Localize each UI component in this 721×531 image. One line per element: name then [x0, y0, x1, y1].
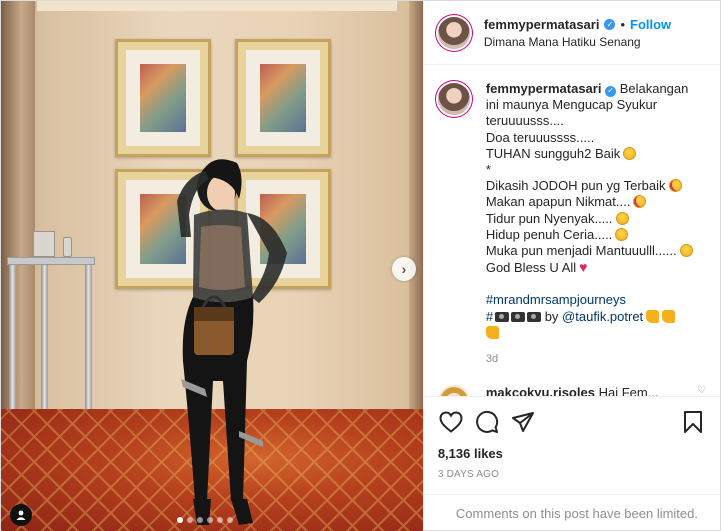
camera-icon [495, 311, 510, 322]
comment-text: Hai Fem... [598, 385, 659, 396]
caption-avatar[interactable] [437, 83, 470, 115]
caption-line: Muka pun menjadi Mantuuulll...... [485, 243, 677, 259]
post-sidebar: femmypermatasari ✓ • Follow Dimana Mana … [422, 1, 720, 531]
caption-line: Makan apapun Nikmat.... [485, 194, 631, 210]
caption-line: * [485, 162, 491, 178]
caption-line: Belakangan [619, 81, 689, 96]
chevron-right-icon: › [401, 261, 407, 277]
carousel-dot [187, 517, 193, 523]
location-link[interactable]: Dimana Mana Hatiku Senang [484, 35, 671, 49]
caption-username[interactable]: femmypermatasari [486, 81, 602, 96]
comments-section: femmypermatasari ✓ Belakangan ini maunya… [424, 65, 720, 396]
comment-button[interactable] [474, 409, 500, 435]
hashtag-link[interactable]: # [486, 309, 493, 324]
avatar[interactable] [437, 16, 470, 49]
camera-icon [527, 311, 542, 322]
tongue-face-icon [615, 227, 629, 241]
author-username[interactable]: femmypermatasari [484, 17, 600, 32]
share-button[interactable] [510, 409, 536, 435]
winking-tongue-face-icon [615, 211, 629, 225]
mention-link[interactable]: @taufik.potret [562, 309, 643, 324]
carousel-dot [197, 517, 203, 523]
caption-line: Doa teruuussss..... [485, 129, 595, 145]
grinning-face-icon [679, 244, 693, 258]
thumbs-up-icon [646, 309, 660, 323]
comment-item: makcokyu.risoles Hai Fem... ♡ [437, 385, 706, 396]
like-button[interactable] [438, 409, 464, 435]
caption-time: 3d [485, 353, 499, 366]
carousel-dot [217, 517, 223, 523]
comment-icon [475, 410, 498, 433]
caption-line: God Bless U All [485, 260, 577, 276]
smiling-face-icon [623, 146, 637, 160]
hashtag-link[interactable]: #mrandmrsampjourneys [486, 292, 626, 307]
carousel-dots [177, 517, 233, 523]
carousel-dot [177, 517, 183, 523]
save-button[interactable] [680, 409, 706, 435]
caption: femmypermatasari ✓ Belakangan ini maunya… [437, 81, 706, 341]
person-figure [177, 159, 287, 525]
thumbs-up-icon [662, 309, 676, 323]
likes-count[interactable]: 8,136 likes [424, 446, 720, 461]
commenter-avatar[interactable] [437, 385, 470, 396]
caption-line: TUHAN sungguh2 Baik [485, 145, 621, 161]
heart-eyes-face-icon [668, 179, 682, 193]
action-bar [423, 396, 720, 446]
caption-line: teruuuusss.... [485, 113, 564, 129]
post-photo[interactable]: › [1, 1, 423, 531]
verified-badge-icon: ✓ [605, 85, 617, 97]
post-header: femmypermatasari ✓ • Follow Dimana Mana … [423, 1, 720, 65]
caption-line: Dikasih JODOH pun yg Terbaik [485, 178, 666, 194]
follow-button[interactable]: Follow [630, 17, 671, 32]
carousel-dot [207, 517, 213, 523]
caption-line: Hidup penuh Ceria..... [485, 226, 613, 242]
send-icon [511, 411, 534, 432]
heart-icon [439, 410, 463, 433]
posted-time[interactable]: 3 DAYS AGO [424, 461, 720, 494]
bookmark-icon [684, 410, 702, 433]
red-heart-icon: ♥ [579, 259, 588, 276]
heart-eyes-face-icon [633, 195, 647, 209]
carousel-dot [227, 517, 233, 523]
separator-dot: • [620, 16, 626, 32]
by-label: by [544, 308, 559, 324]
post-modal: › femmypermatasari ✓ • Follow Dimana Man… [0, 0, 721, 531]
next-slide-button[interactable]: › [392, 257, 416, 281]
user-tag-icon[interactable] [10, 504, 32, 526]
camera-icon [511, 311, 526, 322]
verified-badge-icon: ✓ [604, 18, 616, 30]
commenter-username[interactable]: makcokyu.risoles [486, 385, 595, 396]
thumbs-up-icon [485, 325, 499, 339]
caption-line: Tidur pun Nyenyak..... [485, 210, 613, 226]
caption-line: ini maunya Mengucap Syukur [485, 97, 658, 113]
like-comment-icon[interactable]: ♡ [697, 385, 706, 396]
comments-limited-notice: Comments on this post have been limited. [423, 494, 720, 531]
